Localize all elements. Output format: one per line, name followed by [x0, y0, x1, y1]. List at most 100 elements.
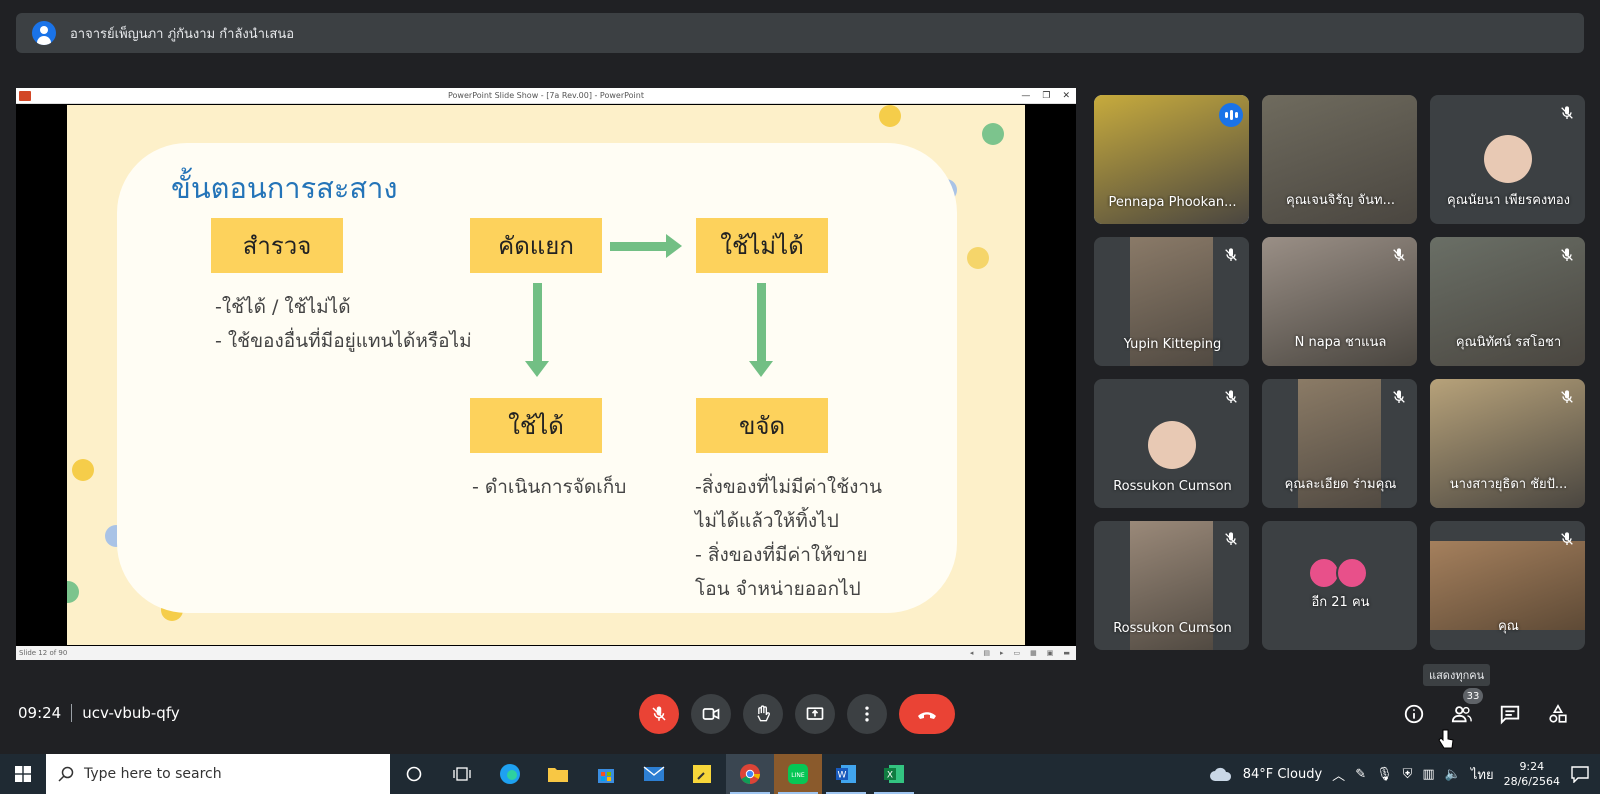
line-app[interactable]: LINE	[774, 754, 822, 794]
reading-view-icon[interactable]: ▣	[1047, 649, 1054, 657]
taskbar-search[interactable]: Type here to search	[46, 754, 390, 794]
participant-name: คุณเจนจิรัญ จันท...	[1286, 193, 1395, 208]
task-view-icon	[453, 767, 471, 781]
participant-tile[interactable]: คุณ	[1430, 521, 1585, 650]
network-icon[interactable]: ▥	[1422, 767, 1434, 782]
camera-toggle-button[interactable]	[691, 694, 731, 734]
mic-off-icon	[1393, 248, 1405, 261]
chrome-icon	[740, 764, 760, 784]
cortana-button[interactable]	[390, 754, 438, 794]
info-icon	[1404, 704, 1424, 724]
participant-tile[interactable]: คุณนิทัศน์ รสโอชา	[1430, 237, 1585, 366]
slide-title: ขั้นตอนการสะสาง	[171, 171, 398, 205]
presenter-banner-text: อาจารย์เพ็ญนภา ภู่กันงาม กำลังนำเสนอ	[70, 26, 295, 42]
mic-off-icon	[1225, 532, 1237, 545]
usable-text: - ดำเนินการจัดเก็บ	[472, 476, 627, 498]
store-icon	[598, 769, 614, 783]
participant-name: N napa ชาแนล	[1294, 335, 1387, 350]
participant-avatar	[1147, 421, 1196, 469]
participant-tile[interactable]: N napa ชาแนล	[1262, 237, 1417, 366]
cloud-icon	[1209, 767, 1231, 781]
participant-tile[interactable]: คุณนัยนา เพียรคงทอง	[1430, 95, 1585, 224]
store-app[interactable]	[582, 754, 630, 794]
mail-app[interactable]	[630, 754, 678, 794]
sticky-notes-app[interactable]	[678, 754, 726, 794]
sorter-view-icon[interactable]: ▦	[1030, 649, 1037, 657]
raise-hand-button[interactable]	[743, 694, 783, 734]
more-options-button[interactable]	[847, 694, 887, 734]
slideshow-view-icon[interactable]: ▬	[1063, 649, 1070, 657]
participant-tile[interactable]: Rossukon Cumson	[1094, 521, 1249, 650]
taskbar-clock[interactable]: 9:24 28/6/2564	[1504, 759, 1560, 789]
mic-off-icon	[1561, 248, 1573, 261]
clock-date: 28/6/2564	[1503, 775, 1560, 788]
menu-icon[interactable]: ▤	[983, 649, 990, 657]
dispose-text: -สิ่งของที่ไม่มีค่าใช้งาน ไม่ได้แล้วให้ท…	[695, 476, 883, 600]
normal-view-icon[interactable]: ▭	[1014, 649, 1021, 657]
prev-slide-icon[interactable]: ◂	[970, 649, 974, 657]
people-icon	[1451, 706, 1472, 723]
more-vert-icon	[865, 706, 869, 722]
minimize-icon[interactable]: —	[1021, 91, 1030, 101]
hangup-icon	[918, 712, 936, 719]
mic-off-icon	[652, 706, 666, 721]
end-call-button[interactable]	[899, 694, 955, 734]
show-everyone-tooltip: แสดงทุกคน	[1423, 664, 1491, 686]
svg-text:LINE: LINE	[791, 772, 805, 779]
participant-tile[interactable]: Pennapa Phookan...	[1094, 95, 1249, 224]
input-language[interactable]: ไทย	[1471, 764, 1494, 785]
mail-icon	[643, 766, 665, 781]
edge-app[interactable]	[486, 754, 534, 794]
excel-app[interactable]: X	[870, 754, 918, 794]
arrow-down-left	[525, 283, 549, 377]
show-everyone-button[interactable]	[1448, 700, 1476, 728]
chrome-app[interactable]	[726, 754, 774, 794]
participant-tile[interactable]: Yupin Kitteping	[1094, 237, 1249, 366]
meeting-time: 09:24	[18, 704, 62, 722]
ppt-window-title: PowerPoint Slide Show - [7a Rev.00] - Po…	[448, 91, 644, 100]
separator	[71, 704, 73, 722]
task-view-button[interactable]	[438, 754, 486, 794]
meet-window: อาจารย์เพ็ญนภา ภู่กันงาม กำลังนำเสนอ Pow…	[0, 0, 1600, 794]
search-icon	[58, 766, 74, 782]
file-explorer-app[interactable]	[534, 754, 582, 794]
word-app[interactable]: W	[822, 754, 870, 794]
participant-tile[interactable]: นางสาวยุธิดา ชัยปั...	[1430, 379, 1585, 508]
system-tray: 84°F Cloudy ︿ ✎ 🎙 ⛨ ▥ 🔈 ไทย 9:24 28/6/25…	[1209, 754, 1600, 794]
participant-tile[interactable]: คุณเจนจิรัญ จันท...	[1262, 95, 1417, 224]
close-icon[interactable]: ✕	[1062, 91, 1070, 101]
present-icon	[806, 707, 824, 720]
participant-name: Pennapa Phookan...	[1108, 195, 1237, 210]
restore-icon[interactable]: ❐	[1042, 91, 1050, 101]
start-button[interactable]	[0, 754, 46, 794]
participant-name: คุณนัยนา เพียรคงทอง	[1447, 193, 1570, 208]
pen-icon[interactable]: ✎	[1355, 767, 1366, 782]
cursor-hand-icon	[1438, 729, 1454, 749]
security-icon[interactable]: ⛨	[1403, 767, 1413, 782]
present-now-button[interactable]	[795, 694, 835, 734]
activities-button[interactable]	[1544, 700, 1572, 728]
tray-expand-icon[interactable]: ︿	[1332, 765, 1345, 784]
mic-off-icon	[1225, 248, 1237, 261]
participant-avatar	[1483, 135, 1532, 183]
participant-name: อีก 21 คน	[1311, 595, 1370, 610]
volume-icon[interactable]: 🔈	[1445, 767, 1461, 782]
ppt-titlebar: PowerPoint Slide Show - [7a Rev.00] - Po…	[16, 88, 1076, 104]
notification-icon[interactable]	[1570, 765, 1590, 783]
meeting-details-button[interactable]	[1400, 700, 1428, 728]
presentation-window: PowerPoint Slide Show - [7a Rev.00] - Po…	[16, 88, 1076, 660]
chat-button[interactable]	[1496, 700, 1524, 728]
edge-icon	[500, 764, 520, 784]
mic-toggle-button[interactable]	[639, 694, 679, 734]
weather-text[interactable]: 84°F Cloudy	[1243, 767, 1322, 782]
participant-tile[interactable]: คุณละเอียด ร่ามคุณ	[1262, 379, 1417, 508]
ppt-statusbar: Slide 12 of 90 ◂ ▤ ▸ ▭ ▦ ▣ ▬	[16, 646, 1076, 660]
cortana-icon	[406, 766, 422, 782]
next-slide-icon[interactable]: ▸	[1000, 649, 1004, 657]
participant-name: คุณละเอียด ร่ามคุณ	[1284, 477, 1397, 492]
meeting-info: 09:24 ucv-vbub-qfy	[18, 704, 180, 722]
participant-tile[interactable]: Rossukon Cumson	[1094, 379, 1249, 508]
slide: ขั้นตอนการสะสาง สำรวจ คัดแยก ใช้ไม่ได้ ใ…	[67, 105, 1025, 645]
participant-tile[interactable]: อีก 21 คน	[1262, 521, 1417, 650]
participant-name: Rossukon Cumson	[1113, 479, 1232, 494]
